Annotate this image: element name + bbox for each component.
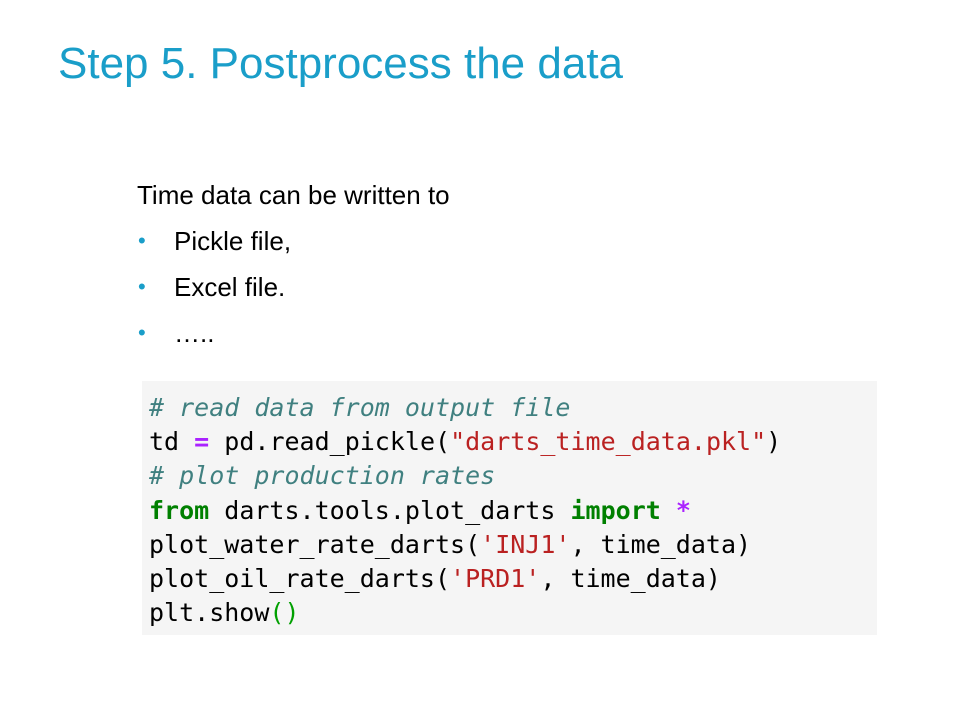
bullet-icon: • [138,228,146,253]
bullet-item-pickle: • Pickle file, [137,218,837,264]
code-module: darts.tools.plot_darts [224,495,556,525]
code-call: plt.show [149,598,270,628]
code-paren: ) [766,427,782,457]
code-operator: = [194,427,210,457]
bullet-text: Pickle file, [174,226,292,256]
bullet-item-ellipsis: • ….. [137,310,837,356]
bullet-text: Excel file. [174,272,286,302]
code-comment: # plot production rates [149,461,496,491]
code-line-4: from darts.tools.plot_darts import * [149,494,877,528]
code-paren: () [269,598,300,628]
code-keyword-from: from [149,495,210,525]
code-line-3: # plot production rates [149,459,877,493]
code-operator: * [675,495,691,525]
code-block: # read data from output file td = pd.read… [142,381,877,635]
code-call: pd.read_pickle( [224,427,451,457]
bullet-icon: • [138,320,146,345]
code-line-5: plot_water_rate_darts('INJ1', time_data) [149,528,877,562]
code-line-6: plot_oil_rate_darts('PRD1', time_data) [149,562,877,596]
code-variable: td [149,427,180,457]
slide-body: Time data can be written to • Pickle fil… [137,172,837,356]
intro-text: Time data can be written to [137,180,450,210]
code-args: , time_data) [540,563,721,593]
bullet-text: ….. [174,318,215,348]
code-comment: # read data from output file [149,393,571,422]
code-line-1: # read data from output file [149,391,877,425]
code-string: 'INJ1' [480,529,571,559]
bullet-icon: • [138,274,146,299]
code-line-2: td = pd.read_pickle("darts_time_data.pkl… [149,425,877,459]
code-string: 'PRD1' [450,563,541,593]
bullet-item-excel: • Excel file. [137,264,837,310]
code-string: "darts_time_data.pkl" [450,427,767,457]
bullet-list: • Pickle file, • Excel file. • ….. [137,218,837,356]
code-line-7: plt.show() [149,596,877,630]
slide-title: Step 5. Postprocess the data [58,39,624,88]
code-keyword-import: import [570,495,661,525]
code-args: , time_data) [570,529,752,559]
code-call: plot_water_rate_darts( [149,529,481,559]
code-call: plot_oil_rate_darts( [149,563,451,593]
